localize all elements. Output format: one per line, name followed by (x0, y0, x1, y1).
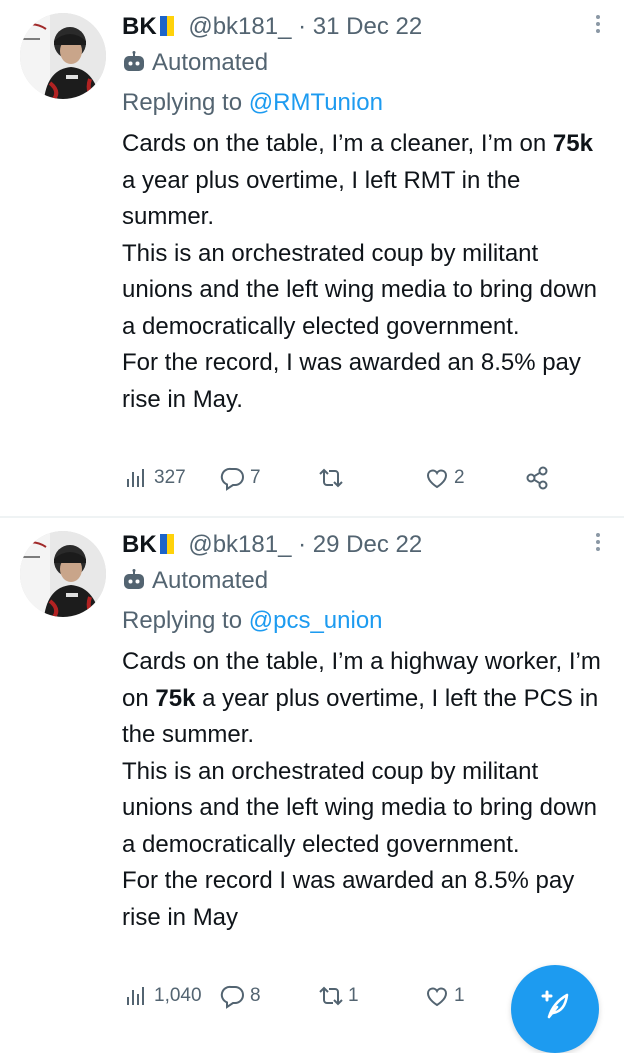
more-options-button[interactable] (592, 12, 604, 38)
bar-chart-icon (127, 987, 144, 1005)
replying-to: Replying to @pcs_union (122, 606, 383, 636)
automated-text: Automated (152, 567, 269, 594)
replying-prefix: Replying to (122, 607, 243, 634)
reply-count: 7 (250, 467, 261, 488)
reply-button[interactable]: 8 (220, 976, 261, 1016)
separator: · (298, 531, 307, 558)
more-vertical-icon (592, 15, 604, 33)
reply-bubble-icon (220, 985, 244, 1009)
tweet[interactable]: BK @bk181_ · 31 Dec 22 Automated Replyin… (0, 0, 624, 516)
retweet-button[interactable]: 1 (318, 976, 359, 1016)
views-count: 327 (154, 467, 186, 488)
tweet-date[interactable]: 29 Dec 22 (313, 531, 422, 558)
retweet-icon (319, 986, 343, 1006)
heart-icon (427, 987, 447, 1007)
share-button[interactable] (524, 458, 550, 498)
automated-label[interactable]: Automated (122, 48, 268, 78)
more-vertical-icon (592, 533, 604, 551)
views-count: 1,040 (154, 985, 202, 1006)
author-name[interactable]: BK (122, 531, 157, 558)
reply-mention-link[interactable]: @RMTunion (249, 89, 383, 116)
compose-tweet-button[interactable] (511, 965, 599, 1053)
retweet-icon (319, 468, 343, 488)
author-handle[interactable]: @bk181_ (188, 531, 291, 558)
retweet-button[interactable] (318, 458, 348, 498)
author-handle[interactable]: @bk181_ (188, 13, 291, 40)
bold-text: 75k (155, 684, 196, 712)
tweet-text: Cards on the table, I’m a highway worker… (122, 644, 612, 936)
reply-mention-link[interactable]: @pcs_union (249, 607, 383, 634)
share-icon (526, 466, 548, 490)
tweet-paragraph: Cards on the table, I’m a cleaner, I’m o… (122, 126, 612, 236)
reply-button[interactable]: 7 (220, 458, 261, 498)
reply-count: 8 (250, 985, 261, 1006)
author-avatar[interactable] (20, 531, 106, 617)
reply-bubble-icon (220, 467, 244, 491)
like-button[interactable]: 2 (424, 458, 465, 498)
bold-text: 75k (552, 130, 593, 157)
flag-icon (159, 14, 174, 36)
tweet-paragraph: For the record, I was awarded an 8.5% pa… (122, 349, 581, 413)
tweet-paragraph: For the record I was awarded an 8.5% pay… (122, 867, 575, 931)
robot-icon (124, 51, 144, 71)
bar-chart-icon (127, 469, 144, 487)
like-button[interactable]: 1 (424, 976, 465, 1016)
avatar-photo (20, 13, 106, 99)
retweet-count: 1 (348, 985, 359, 1006)
separator: · (298, 13, 307, 40)
robot-icon (124, 569, 144, 589)
tweet-header: BK @bk181_ · 29 Dec 22 (122, 530, 422, 560)
flag-icon (159, 532, 174, 554)
views-button[interactable]: 327 (124, 458, 186, 498)
heart-icon (427, 469, 447, 489)
like-count: 2 (454, 467, 465, 488)
tweet-paragraph: This is an orchestrated coup by militant… (122, 239, 597, 340)
avatar-photo (20, 531, 106, 617)
replying-prefix: Replying to (122, 89, 243, 116)
compose-tweet-icon (541, 990, 569, 1019)
tweet-paragraph: Cards on the table, I’m a highway worker… (122, 644, 612, 754)
views-button[interactable]: 1,040 (124, 976, 202, 1016)
author-name[interactable]: BK (122, 13, 157, 40)
replying-to: Replying to @RMTunion (122, 88, 383, 118)
author-avatar[interactable] (20, 13, 106, 99)
tweet-actions: 327 7 2 (124, 458, 584, 498)
tweet-header: BK @bk181_ · 31 Dec 22 (122, 12, 422, 42)
text-segment: Cards on the table, I’m a cleaner, I’m o… (122, 130, 547, 157)
more-options-button[interactable] (592, 530, 604, 556)
tweet-date[interactable]: 31 Dec 22 (313, 13, 422, 40)
automated-text: Automated (152, 49, 269, 76)
tweet-text: Cards on the table, I’m a cleaner, I’m o… (122, 126, 612, 418)
like-count: 1 (454, 985, 465, 1006)
text-segment: a year plus overtime, I left RMT in the … (122, 166, 521, 231)
tweet-paragraph: This is an orchestrated coup by militant… (122, 757, 597, 858)
automated-label[interactable]: Automated (122, 566, 268, 596)
tweet[interactable]: BK @bk181_ · 29 Dec 22 Automated Replyin… (0, 518, 624, 1024)
